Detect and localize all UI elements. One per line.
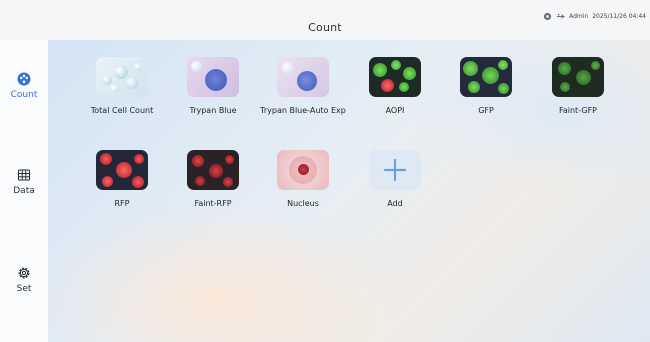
- top-bar: Count Admin 2025/11/26 04:44: [0, 0, 650, 40]
- plus-icon: [369, 150, 421, 190]
- sidebar-item-label: Count: [10, 90, 38, 100]
- palette-icon: [17, 72, 31, 86]
- storage-icon: [543, 12, 552, 20]
- faint-red-cells-icon: [187, 150, 239, 190]
- gear-icon: [18, 267, 30, 279]
- app-total-cell-count[interactable]: Total Cell Count: [77, 57, 167, 116]
- status-area: Admin 2025/11/26 04:44: [543, 11, 646, 21]
- app-trypan-blue[interactable]: Trypan Blue: [168, 57, 258, 116]
- blue-cell-icon: [187, 57, 239, 97]
- datetime: 2025/11/26 04:44: [592, 12, 646, 20]
- app-label: Trypan Blue: [189, 106, 237, 115]
- app-label: Trypan Blue-Auto Exp: [260, 106, 346, 115]
- sidebar-item-label: Set: [16, 284, 32, 294]
- green-cells-icon: [460, 57, 512, 97]
- app-label: Faint-RFP: [194, 199, 232, 208]
- app-faint-rfp[interactable]: Faint-RFP: [168, 150, 258, 209]
- app-aopi[interactable]: AOPI: [350, 57, 440, 116]
- blue-cell-auto-icon: [277, 57, 329, 97]
- app-nucleus[interactable]: Nucleus: [258, 150, 348, 209]
- sidebar-item-set[interactable]: Set: [0, 266, 48, 294]
- table-icon: [17, 169, 31, 181]
- sidebar-item-label: Data: [13, 186, 35, 196]
- sidebar-item-data[interactable]: Data: [0, 168, 48, 196]
- white-cells-icon: [96, 57, 148, 97]
- app-rfp[interactable]: RFP: [77, 150, 167, 209]
- sidebar: Count Data Set: [0, 40, 48, 342]
- app-label: Faint-GFP: [558, 106, 597, 115]
- app-label: Add: [387, 199, 403, 208]
- page-title: Count: [308, 21, 342, 34]
- usb-icon: [556, 13, 566, 19]
- app-label: RFP: [114, 199, 130, 208]
- green-red-cells-icon: [369, 57, 421, 97]
- add-app-button[interactable]: Add: [350, 150, 440, 209]
- app-label: Nucleus: [287, 199, 319, 208]
- nucleus-icon: [277, 150, 329, 190]
- app-grid: Total Cell Count Trypan Blue Trypan Blue…: [48, 40, 650, 342]
- sidebar-item-count[interactable]: Count: [0, 72, 48, 100]
- app-trypan-blue-auto-exp[interactable]: Trypan Blue-Auto Exp: [258, 57, 348, 116]
- app-gfp[interactable]: GFP: [441, 57, 531, 116]
- red-cells-icon: [96, 150, 148, 190]
- user-name: Admin: [569, 12, 589, 20]
- app-label: Total Cell Count: [90, 106, 154, 115]
- app-label: AOPI: [385, 106, 405, 115]
- app-faint-gfp[interactable]: Faint-GFP: [533, 57, 623, 116]
- faint-green-cells-icon: [552, 57, 604, 97]
- app-label: GFP: [478, 106, 494, 115]
